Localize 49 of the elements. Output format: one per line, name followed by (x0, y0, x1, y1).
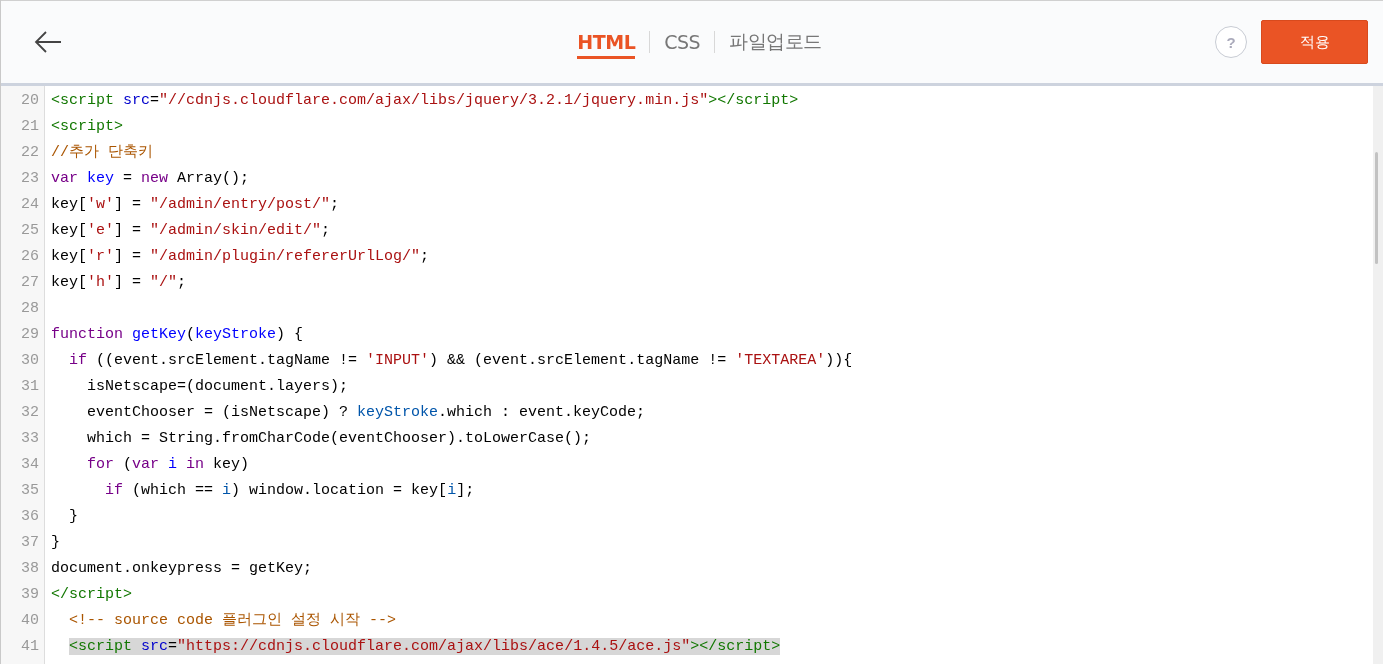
code-line: if ((event.srcElement.tagName != 'INPUT') && (event.srcElement.tagName != 'TEXTAREA')){ (68, 351, 853, 371)
line-number: 32 (20, 403, 40, 423)
code-line: } (68, 507, 79, 527)
line-number: 24 (20, 195, 40, 215)
code-line: key['h'] = "/"; (51, 273, 187, 293)
editor-tab[interactable]: CSS (664, 25, 701, 59)
line-number: 30 (20, 351, 40, 371)
code-line: function getKey(keyStroke) { (51, 325, 304, 345)
scrollbar[interactable] (1373, 86, 1383, 664)
code-line: <!-- source code 플러그인 설정 시작 --> (68, 611, 397, 631)
line-number: 20 (20, 91, 40, 111)
line-number: 33 (20, 429, 40, 449)
editor-tab[interactable]: HTML (577, 25, 636, 59)
code-line: eventChooser = (isNetscape) ? keyStroke.which : event.keyCode; (86, 403, 646, 423)
line-number: 27 (20, 273, 40, 293)
code-line: if (which == i) window.location = key[i]; (104, 481, 475, 501)
code-line: key['r'] = "/admin/plugin/refererUrlLog/"; (51, 247, 430, 267)
code-line: for (var i in key) (86, 455, 250, 475)
line-number: 21 (20, 117, 40, 137)
line-number: 22 (20, 143, 40, 163)
code-line: </script> (51, 585, 132, 605)
code-line: which = String.fromCharCode(eventChooser).toLowerCase(); (86, 429, 592, 449)
code-line: <script> (51, 117, 123, 137)
editor-tab[interactable]: 파일업로드 (729, 23, 822, 61)
line-number: 35 (20, 481, 40, 501)
code-line: key['w'] = "/admin/entry/post/"; (51, 195, 340, 215)
line-number: 29 (20, 325, 40, 345)
line-number: 26 (20, 247, 40, 267)
line-number: 41 (20, 637, 40, 657)
line-number: 36 (20, 507, 40, 527)
line-number: 31 (20, 377, 40, 397)
line-number: 34 (20, 455, 40, 475)
apply-button[interactable]: 적용 (1261, 20, 1368, 64)
line-number: 25 (20, 221, 40, 241)
line-number: 28 (20, 299, 40, 319)
code-line: key['e'] = "/admin/skin/edit/"; (51, 221, 331, 241)
back-arrow-icon (33, 30, 63, 54)
code-line: <script src="//cdnjs.cloudflare.com/ajax/libs/jquery/3.2.1/jquery.min.js"></script> (51, 91, 799, 111)
line-number: 37 (20, 533, 40, 553)
code-line: var key = new Array(); (51, 169, 250, 189)
line-number: 40 (20, 611, 40, 631)
code-line: isNetscape=(document.layers); (86, 377, 349, 397)
code-line: //추가 단축키 (51, 143, 153, 163)
line-number: 39 (20, 585, 40, 605)
help-button[interactable]: ? (1215, 26, 1247, 58)
line-number: 38 (20, 559, 40, 579)
line-number: 23 (20, 169, 40, 189)
code-line: } (51, 533, 60, 553)
code-line: document.onkeypress = getKey; (51, 559, 313, 579)
